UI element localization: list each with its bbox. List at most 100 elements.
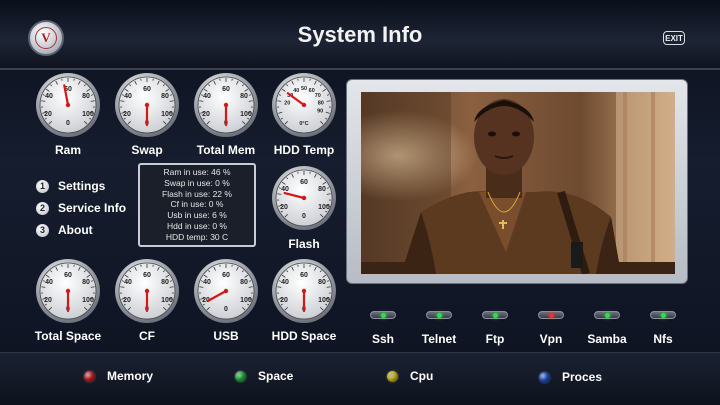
header-bar: V System Info EXIT bbox=[0, 0, 720, 70]
green-button-space[interactable]: Space bbox=[235, 369, 293, 383]
service-vpn: Vpn bbox=[523, 311, 579, 346]
gauge-tick-label: 20 bbox=[123, 297, 131, 304]
gauge-tick-label: 40 bbox=[45, 279, 53, 286]
service-ssh: Ssh bbox=[355, 311, 411, 346]
gauge-label-usb: USB bbox=[213, 329, 239, 343]
service-label-vpn: Vpn bbox=[539, 332, 563, 346]
info-hdd-temp: HDD temp: 30 C bbox=[165, 231, 229, 242]
info-ram: Ram in use: 46 % bbox=[163, 167, 231, 177]
gauge-dial-icon: 204060801000 bbox=[194, 73, 258, 137]
gauge-total-space: 204060801000 bbox=[35, 258, 101, 324]
green-dot-icon bbox=[235, 370, 246, 382]
gauge-tick-label: 0 bbox=[302, 213, 306, 220]
blue-button-label: Proces bbox=[562, 370, 603, 384]
gauge-tick-label: 40 bbox=[124, 93, 132, 100]
info-cf: Cf in use: 0 % bbox=[170, 199, 224, 210]
service-label-samba: Samba bbox=[587, 332, 627, 346]
info-usb: Usb in use: 6 % bbox=[167, 210, 227, 221]
gauge-dial-icon: 204060801000 bbox=[36, 259, 100, 323]
blue-dot-icon bbox=[539, 371, 550, 383]
gauge-label-flash: Flash bbox=[288, 237, 320, 251]
yellow-dot-icon bbox=[387, 370, 398, 382]
gauge-tick-label: 0 bbox=[224, 306, 228, 313]
number-1-icon: 1 bbox=[36, 179, 49, 193]
menu-item-about[interactable]: 3 About bbox=[36, 219, 126, 241]
gauge-tick-label: 60 bbox=[143, 86, 151, 93]
gauge-tick-label: 20 bbox=[44, 297, 52, 304]
gauge-tick-label: 80 bbox=[240, 93, 248, 100]
gauge-tick-label: 20 bbox=[284, 100, 290, 106]
gauge-tick-label: 80 bbox=[318, 279, 326, 286]
red-button-memory[interactable]: Memory bbox=[84, 369, 153, 383]
gauge-tick-label: 100 bbox=[82, 297, 94, 304]
gauge-tick-label: 60 bbox=[300, 272, 308, 279]
gauge-label-total-space: Total Space bbox=[34, 329, 102, 343]
gauge-tick-label: 40 bbox=[281, 186, 289, 193]
status-led-icon bbox=[482, 311, 508, 319]
gauge-tick-label: 80 bbox=[161, 279, 169, 286]
menu-item-service-info[interactable]: 2 Service Info bbox=[36, 197, 126, 219]
red-dot-icon bbox=[84, 370, 95, 382]
gauge-label-ram: Ram bbox=[54, 143, 81, 157]
gauge-tick-label: 90 bbox=[317, 108, 323, 114]
info-swap: Swap in use: 0 % bbox=[164, 177, 230, 188]
menu-label-about: About bbox=[58, 223, 93, 237]
service-samba: Samba bbox=[579, 311, 635, 346]
green-button-label: Space bbox=[258, 369, 294, 383]
gauge-tick-label: 100 bbox=[240, 297, 252, 304]
gauge-tick-label: 100 bbox=[161, 111, 173, 118]
gauge-tick-label: 80 bbox=[161, 93, 169, 100]
gauge-tick-label: 40 bbox=[124, 279, 132, 286]
yellow-button-label: Cpu bbox=[410, 369, 434, 383]
gauge-tick-label: 70 bbox=[315, 93, 321, 99]
gauge-tick-label: 60 bbox=[64, 272, 72, 279]
gauge-dial-icon: 204060801000 bbox=[36, 73, 100, 137]
gauge-label-swap: Swap bbox=[131, 143, 163, 157]
gauge-tick-label: 20 bbox=[44, 111, 52, 118]
gauge-tick-label: 100 bbox=[82, 111, 94, 118]
gauge-total-mem: 204060801000 bbox=[193, 72, 259, 138]
gauge-dial-icon: 204060801000 bbox=[194, 259, 258, 323]
yellow-button-cpu[interactable]: Cpu bbox=[387, 369, 433, 383]
gauge-tick-label: 80 bbox=[82, 279, 90, 286]
gauge-ram: 20 40 60 80 100 0 bbox=[35, 72, 101, 138]
gauge-tick-label: 60 bbox=[222, 272, 230, 279]
gauge-tick-label: 20 bbox=[202, 111, 210, 118]
service-label-ftp: Ftp bbox=[485, 332, 505, 346]
gauge-tick-label: 100 bbox=[318, 204, 330, 211]
usage-info-panel: Ram in use: 46 % Swap in use: 0 % Flash … bbox=[138, 163, 256, 247]
info-hdd: Hdd in use: 0 % bbox=[166, 220, 227, 231]
gauge-dial-icon: 20304050607080900°C bbox=[272, 73, 336, 137]
gauge-tick-label: 40 bbox=[203, 279, 211, 286]
gauge-tick-label: 60 bbox=[143, 272, 151, 279]
page-title: System Info bbox=[297, 22, 423, 47]
gauge-tick-label: 20 bbox=[280, 297, 288, 304]
gauge-tick-label: 40 bbox=[203, 93, 211, 100]
menu-label-service-info: Service Info bbox=[58, 201, 127, 215]
gauge-tick-label: 80 bbox=[82, 93, 90, 100]
gauge-tick-label: 20 bbox=[123, 111, 131, 118]
options-menu: 1 Settings 2 Service Info 3 About bbox=[36, 175, 126, 241]
gauge-dial-icon: 204060801000 bbox=[272, 259, 336, 323]
gauge-label-cf: CF bbox=[139, 329, 155, 343]
service-label-telnet: Telnet bbox=[421, 332, 457, 346]
gauge-tick-label: 80 bbox=[318, 100, 324, 106]
gauge-tick-label: 80 bbox=[318, 186, 326, 193]
menu-item-settings[interactable]: 1 Settings bbox=[36, 175, 126, 197]
exit-button[interactable]: EXIT bbox=[663, 31, 685, 45]
info-flash: Flash in use: 22 % bbox=[162, 188, 232, 199]
gauge-tick-label: 100 bbox=[318, 297, 330, 304]
gauge-tick-label: 50 bbox=[301, 86, 307, 92]
gauge-flash: 20 40 60 80 100 0 bbox=[271, 165, 337, 231]
status-led-icon bbox=[370, 311, 396, 319]
gauge-hdd-space: 204060801000 bbox=[271, 258, 337, 324]
service-nfs: Nfs bbox=[635, 311, 691, 346]
tv-preview-video bbox=[361, 92, 675, 274]
blue-button-proces[interactable]: Proces bbox=[539, 370, 602, 384]
gauge-dial-icon: 204060801000 bbox=[115, 73, 179, 137]
service-label-ssh: Ssh bbox=[371, 332, 394, 346]
gauge-tick-label: 40 bbox=[281, 279, 289, 286]
gauge-tick-label: 0°C bbox=[299, 121, 308, 127]
service-label-nfs: Nfs bbox=[653, 332, 673, 346]
number-2-icon: 2 bbox=[36, 201, 49, 215]
